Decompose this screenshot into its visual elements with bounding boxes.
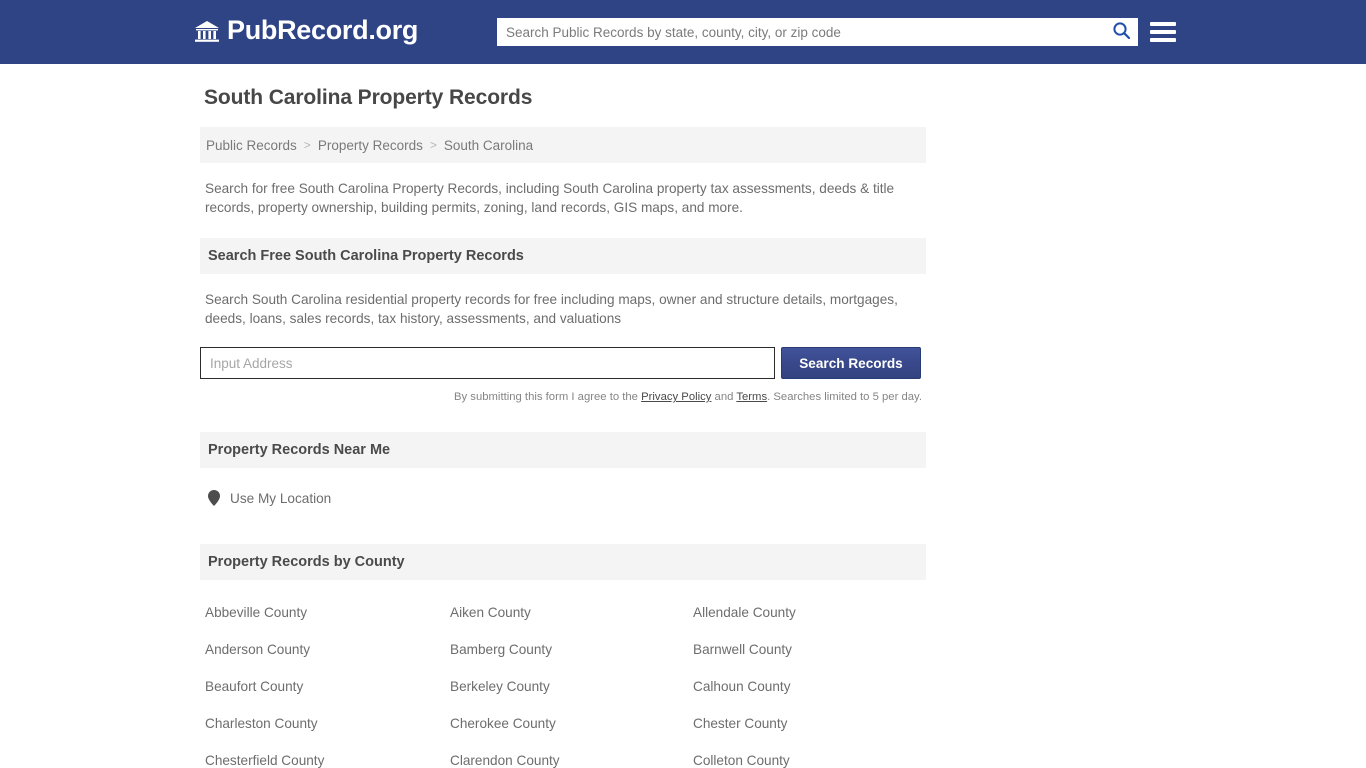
disclaimer-prefix: By submitting this form I agree to the <box>453 391 642 403</box>
breadcrumb-separator: > <box>429 138 437 152</box>
hamburger-bar <box>1150 38 1176 42</box>
breadcrumb-item-south-carolina[interactable]: South Carolina <box>444 138 533 153</box>
county-link[interactable]: Abbeville County <box>205 605 450 620</box>
search-records-button[interactable]: Search Records <box>781 347 921 379</box>
breadcrumb-separator: > <box>303 138 311 152</box>
county-link[interactable]: Chester County <box>693 716 926 731</box>
address-search-form: Search Records <box>200 347 926 379</box>
breadcrumb: Public Records > Property Records > Sout… <box>200 127 926 163</box>
county-link[interactable]: Bamberg County <box>450 642 693 657</box>
county-link[interactable]: Berkeley County <box>450 679 693 694</box>
hamburger-menu-icon[interactable] <box>1150 19 1176 45</box>
site-logo-text: PubRecord.org <box>227 15 419 45</box>
county-link[interactable]: Chesterfield County <box>205 753 450 768</box>
page-body: South Carolina Property Records Public R… <box>0 64 1366 768</box>
county-list: Abbeville County Aiken County Allendale … <box>200 605 926 768</box>
search-section-heading: Search Free South Carolina Property Reco… <box>200 238 926 274</box>
county-link[interactable]: Charleston County <box>205 716 450 731</box>
search-submit-button[interactable] <box>1104 18 1138 46</box>
county-link[interactable]: Barnwell County <box>693 642 926 657</box>
near-me-section-heading: Property Records Near Me <box>200 432 926 468</box>
county-link[interactable]: Anderson County <box>205 642 450 657</box>
top-navigation-bar: PubRecord.org <box>0 0 1366 64</box>
county-link[interactable]: Calhoun County <box>693 679 926 694</box>
privacy-policy-link[interactable]: Privacy Policy <box>641 391 711 403</box>
page-description: Search for free South Carolina Property … <box>205 181 895 215</box>
county-link[interactable]: Beaufort County <box>205 679 450 694</box>
form-disclaimer: By submitting this form I agree to the P… <box>200 391 922 403</box>
county-link[interactable]: Cherokee County <box>450 716 693 731</box>
global-search-bar <box>497 18 1138 46</box>
use-my-location-label: Use My Location <box>230 490 332 506</box>
content-container: South Carolina Property Records Public R… <box>200 86 926 768</box>
disclaimer-mid: and <box>711 391 737 403</box>
county-section-heading: Property Records by County <box>200 544 926 580</box>
county-link[interactable]: Aiken County <box>450 605 693 620</box>
disclaimer-suffix: . Searches limited to 5 per day. <box>767 391 922 403</box>
county-link[interactable]: Colleton County <box>693 753 926 768</box>
search-icon <box>1112 21 1131 43</box>
hamburger-bar <box>1150 22 1176 26</box>
map-pin-icon <box>208 490 220 506</box>
breadcrumb-item-property-records[interactable]: Property Records <box>318 138 423 153</box>
search-section-description: Search South Carolina residential proper… <box>205 292 898 326</box>
breadcrumb-item-public-records[interactable]: Public Records <box>206 138 297 153</box>
county-link[interactable]: Allendale County <box>693 605 926 620</box>
use-my-location-link[interactable]: Use My Location <box>208 490 331 506</box>
page-title: South Carolina Property Records <box>204 86 533 109</box>
bank-building-icon <box>194 18 220 44</box>
hamburger-bar <box>1150 30 1176 34</box>
search-input[interactable] <box>497 19 1104 45</box>
county-link[interactable]: Clarendon County <box>450 753 693 768</box>
site-logo[interactable]: PubRecord.org <box>194 17 418 44</box>
address-input[interactable] <box>200 347 775 379</box>
terms-link[interactable]: Terms <box>736 391 767 403</box>
